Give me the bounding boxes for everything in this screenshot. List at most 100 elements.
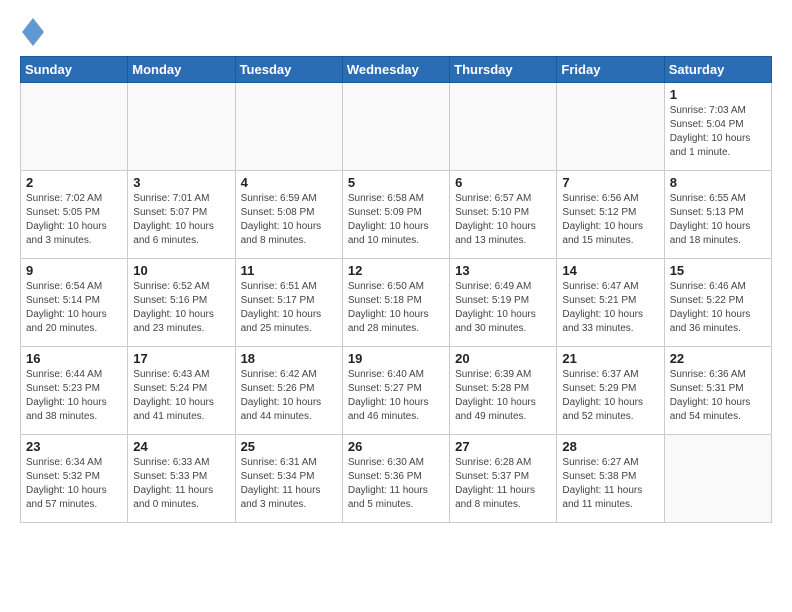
- day-number: 27: [455, 439, 551, 454]
- calendar-cell: 15 Sunrise: 6:46 AM Sunset: 5:22 PM Dayli…: [664, 259, 771, 347]
- day-info: Sunrise: 6:43 AM Sunset: 5:24 PM Dayligh…: [133, 368, 229, 424]
- day-number: 4: [241, 175, 337, 190]
- day-number: 6: [455, 175, 551, 190]
- day-number: 25: [241, 439, 337, 454]
- week-row-4: 23 Sunrise: 6:34 AM Sunset: 5:32 PM Dayli…: [21, 435, 772, 523]
- day-info: Sunrise: 6:56 AM Sunset: 5:12 PM Dayligh…: [562, 192, 658, 248]
- day-number: 2: [26, 175, 122, 190]
- page: SundayMondayTuesdayWednesdayThursdayFrid…: [0, 0, 792, 537]
- day-info: Sunrise: 6:52 AM Sunset: 5:16 PM Dayligh…: [133, 280, 229, 336]
- day-info: Sunrise: 6:46 AM Sunset: 5:22 PM Dayligh…: [670, 280, 766, 336]
- day-info: Sunrise: 7:03 AM Sunset: 5:04 PM Dayligh…: [670, 104, 766, 160]
- day-number: 23: [26, 439, 122, 454]
- day-info: Sunrise: 7:02 AM Sunset: 5:05 PM Dayligh…: [26, 192, 122, 248]
- day-number: 7: [562, 175, 658, 190]
- calendar-table: SundayMondayTuesdayWednesdayThursdayFrid…: [20, 56, 772, 523]
- day-info: Sunrise: 6:34 AM Sunset: 5:32 PM Dayligh…: [26, 456, 122, 512]
- day-number: 3: [133, 175, 229, 190]
- day-number: 16: [26, 351, 122, 366]
- day-info: Sunrise: 6:51 AM Sunset: 5:17 PM Dayligh…: [241, 280, 337, 336]
- day-info: Sunrise: 6:27 AM Sunset: 5:38 PM Dayligh…: [562, 456, 658, 512]
- calendar-cell: 18 Sunrise: 6:42 AM Sunset: 5:26 PM Dayli…: [235, 347, 342, 435]
- day-info: Sunrise: 6:54 AM Sunset: 5:14 PM Dayligh…: [26, 280, 122, 336]
- day-number: 28: [562, 439, 658, 454]
- calendar-cell: 8 Sunrise: 6:55 AM Sunset: 5:13 PM Daylig…: [664, 171, 771, 259]
- week-row-3: 16 Sunrise: 6:44 AM Sunset: 5:23 PM Dayli…: [21, 347, 772, 435]
- day-info: Sunrise: 6:39 AM Sunset: 5:28 PM Dayligh…: [455, 368, 551, 424]
- calendar-cell: 20 Sunrise: 6:39 AM Sunset: 5:28 PM Dayli…: [450, 347, 557, 435]
- day-number: 13: [455, 263, 551, 278]
- calendar-cell: 5Sunrise: 6:58 AM Sunset: 5:09 PM Daylig…: [342, 171, 449, 259]
- calendar-cell: 4 Sunrise: 6:59 AM Sunset: 5:08 PM Daylig…: [235, 171, 342, 259]
- day-number: 10: [133, 263, 229, 278]
- calendar-cell: 3 Sunrise: 7:01 AM Sunset: 5:07 PM Daylig…: [128, 171, 235, 259]
- header: [20, 18, 772, 46]
- day-info: Sunrise: 6:40 AM Sunset: 5:27 PM Dayligh…: [348, 368, 444, 424]
- calendar-cell: 12 Sunrise: 6:50 AM Sunset: 5:18 PM Dayli…: [342, 259, 449, 347]
- calendar-cell: 1 Sunrise: 7:03 AM Sunset: 5:04 PM Daylig…: [664, 83, 771, 171]
- day-number: 9: [26, 263, 122, 278]
- calendar-cell: 13Sunrise: 6:49 AM Sunset: 5:19 PM Dayli…: [450, 259, 557, 347]
- day-info: Sunrise: 6:33 AM Sunset: 5:33 PM Dayligh…: [133, 456, 229, 512]
- day-number: 24: [133, 439, 229, 454]
- day-number: 21: [562, 351, 658, 366]
- calendar-cell: 17 Sunrise: 6:43 AM Sunset: 5:24 PM Dayli…: [128, 347, 235, 435]
- day-info: Sunrise: 6:59 AM Sunset: 5:08 PM Dayligh…: [241, 192, 337, 248]
- day-number: 17: [133, 351, 229, 366]
- day-info: Sunrise: 6:58 AM Sunset: 5:09 PM Dayligh…: [348, 192, 444, 248]
- calendar-cell: 2 Sunrise: 7:02 AM Sunset: 5:05 PM Daylig…: [21, 171, 128, 259]
- day-info: Sunrise: 6:50 AM Sunset: 5:18 PM Dayligh…: [348, 280, 444, 336]
- day-number: 14: [562, 263, 658, 278]
- calendar-cell: 23 Sunrise: 6:34 AM Sunset: 5:32 PM Dayli…: [21, 435, 128, 523]
- logo-icon: [22, 18, 44, 46]
- calendar-cell: [128, 83, 235, 171]
- day-info: Sunrise: 7:01 AM Sunset: 5:07 PM Dayligh…: [133, 192, 229, 248]
- logo: [20, 18, 44, 46]
- day-number: 15: [670, 263, 766, 278]
- calendar-cell: 21 Sunrise: 6:37 AM Sunset: 5:29 PM Dayli…: [557, 347, 664, 435]
- calendar-cell: [450, 83, 557, 171]
- week-row-0: 1 Sunrise: 7:03 AM Sunset: 5:04 PM Daylig…: [21, 83, 772, 171]
- day-number: 20: [455, 351, 551, 366]
- calendar-cell: [235, 83, 342, 171]
- weekday-saturday: Saturday: [664, 57, 771, 83]
- day-number: 8: [670, 175, 766, 190]
- day-number: 19: [348, 351, 444, 366]
- day-number: 18: [241, 351, 337, 366]
- day-number: 1: [670, 87, 766, 102]
- day-number: 22: [670, 351, 766, 366]
- week-row-2: 9 Sunrise: 6:54 AM Sunset: 5:14 PM Daylig…: [21, 259, 772, 347]
- calendar-cell: 14Sunrise: 6:47 AM Sunset: 5:21 PM Dayli…: [557, 259, 664, 347]
- day-info: Sunrise: 6:28 AM Sunset: 5:37 PM Dayligh…: [455, 456, 551, 512]
- day-info: Sunrise: 6:44 AM Sunset: 5:23 PM Dayligh…: [26, 368, 122, 424]
- calendar-cell: 6 Sunrise: 6:57 AM Sunset: 5:10 PM Daylig…: [450, 171, 557, 259]
- weekday-header-row: SundayMondayTuesdayWednesdayThursdayFrid…: [21, 57, 772, 83]
- calendar-cell: 11 Sunrise: 6:51 AM Sunset: 5:17 PM Dayli…: [235, 259, 342, 347]
- calendar-cell: 26 Sunrise: 6:30 AM Sunset: 5:36 PM Dayli…: [342, 435, 449, 523]
- calendar-cell: 28 Sunrise: 6:27 AM Sunset: 5:38 PM Dayli…: [557, 435, 664, 523]
- day-number: 11: [241, 263, 337, 278]
- calendar-cell: 27 Sunrise: 6:28 AM Sunset: 5:37 PM Dayli…: [450, 435, 557, 523]
- calendar-cell: 10 Sunrise: 6:52 AM Sunset: 5:16 PM Dayli…: [128, 259, 235, 347]
- day-info: Sunrise: 6:31 AM Sunset: 5:34 PM Dayligh…: [241, 456, 337, 512]
- day-info: Sunrise: 6:57 AM Sunset: 5:10 PM Dayligh…: [455, 192, 551, 248]
- weekday-thursday: Thursday: [450, 57, 557, 83]
- day-info: Sunrise: 6:30 AM Sunset: 5:36 PM Dayligh…: [348, 456, 444, 512]
- calendar-cell: [664, 435, 771, 523]
- calendar-cell: 7 Sunrise: 6:56 AM Sunset: 5:12 PM Daylig…: [557, 171, 664, 259]
- calendar-cell: [21, 83, 128, 171]
- weekday-sunday: Sunday: [21, 57, 128, 83]
- calendar-cell: 19 Sunrise: 6:40 AM Sunset: 5:27 PM Dayli…: [342, 347, 449, 435]
- week-row-1: 2 Sunrise: 7:02 AM Sunset: 5:05 PM Daylig…: [21, 171, 772, 259]
- weekday-tuesday: Tuesday: [235, 57, 342, 83]
- day-number: 12: [348, 263, 444, 278]
- day-number: 26: [348, 439, 444, 454]
- day-info: Sunrise: 6:36 AM Sunset: 5:31 PM Dayligh…: [670, 368, 766, 424]
- weekday-friday: Friday: [557, 57, 664, 83]
- calendar-cell: 24 Sunrise: 6:33 AM Sunset: 5:33 PM Dayli…: [128, 435, 235, 523]
- calendar-cell: 16 Sunrise: 6:44 AM Sunset: 5:23 PM Dayli…: [21, 347, 128, 435]
- day-info: Sunrise: 6:42 AM Sunset: 5:26 PM Dayligh…: [241, 368, 337, 424]
- day-info: Sunrise: 6:37 AM Sunset: 5:29 PM Dayligh…: [562, 368, 658, 424]
- calendar-cell: 22 Sunrise: 6:36 AM Sunset: 5:31 PM Dayli…: [664, 347, 771, 435]
- day-info: Sunrise: 6:55 AM Sunset: 5:13 PM Dayligh…: [670, 192, 766, 248]
